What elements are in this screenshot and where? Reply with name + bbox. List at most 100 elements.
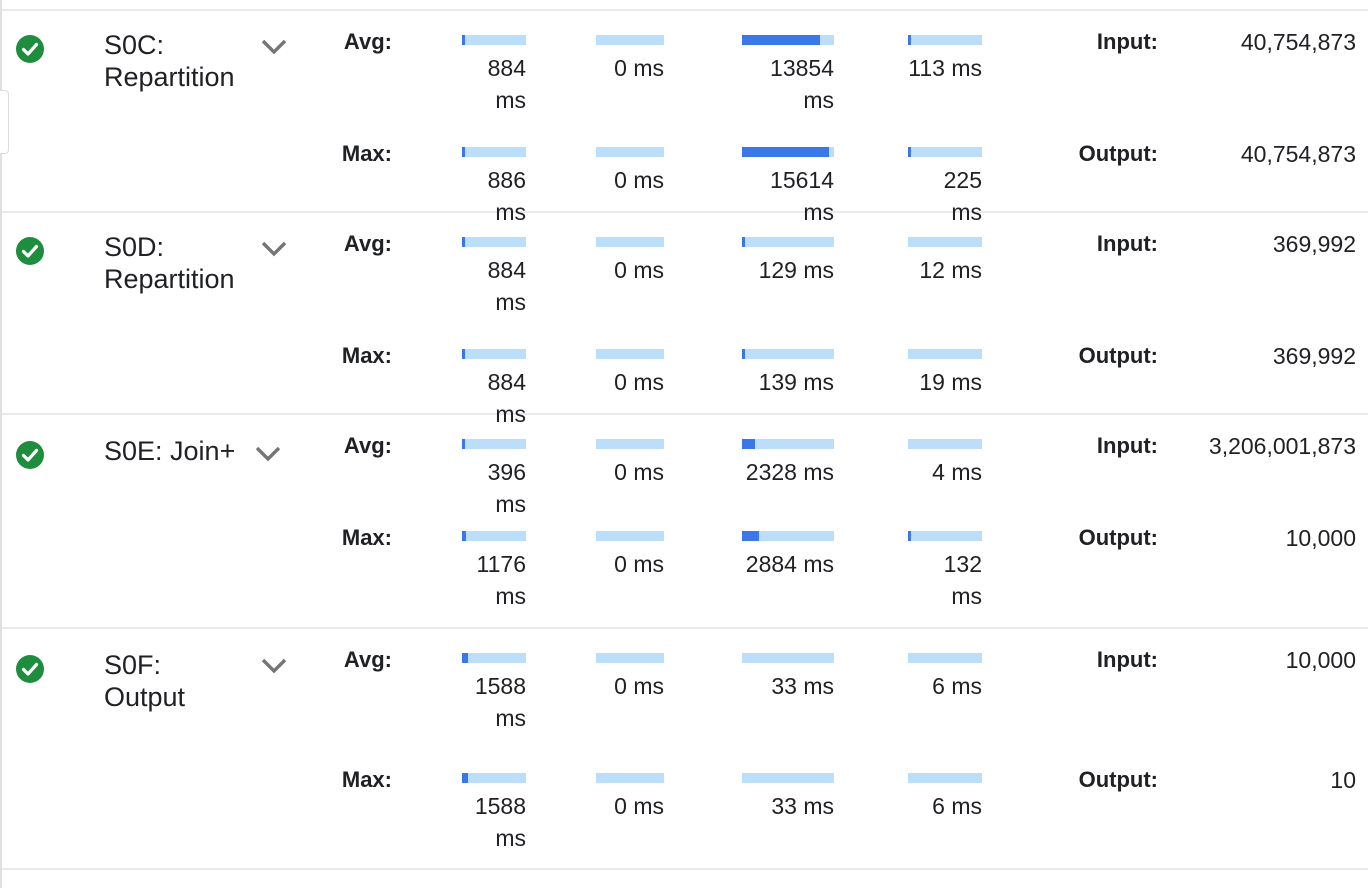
output-label: Output: xyxy=(1078,767,1158,792)
avg-time-value: 13854 ms xyxy=(770,55,834,113)
input-count: 40,754,873 xyxy=(1240,29,1356,55)
avg-time-value: 129 ms xyxy=(758,257,834,283)
max-time-value: 1176 ms xyxy=(476,551,526,609)
output-count: 10 xyxy=(1330,767,1356,793)
avg-bar-1 xyxy=(462,653,526,663)
avg-bar-2 xyxy=(596,653,664,663)
avg-bar-fill xyxy=(742,237,745,247)
avg-time-value: 12 ms xyxy=(919,257,982,283)
output-count: 10,000 xyxy=(1285,525,1356,551)
input-count: 10,000 xyxy=(1285,647,1356,673)
avg-time-value: 1588 ms xyxy=(474,673,526,731)
stage-row[interactable]: S0D: Repartition Avg: 884 ms 0 ms 129 ms 12 m… xyxy=(0,212,1368,427)
avg-bar-3 xyxy=(742,653,834,663)
avg-time-value: 6 ms xyxy=(932,673,982,699)
avg-time-value: 33 ms xyxy=(771,673,834,699)
max-bar-fill xyxy=(462,531,466,541)
input-count: 3,206,001,873 xyxy=(1208,433,1356,459)
avg-bar-2 xyxy=(596,35,664,45)
max-bar-3 xyxy=(742,349,834,359)
avg-time-value: 884 ms xyxy=(487,55,526,113)
max-label: Max: xyxy=(341,141,392,166)
input-label: Input: xyxy=(1096,29,1158,54)
max-bar-4 xyxy=(908,773,982,783)
avg-bar-1 xyxy=(462,237,526,247)
output-label: Output: xyxy=(1078,525,1158,550)
stage-name: S0D: Repartition xyxy=(104,232,235,294)
max-bar-fill xyxy=(908,147,911,157)
avg-label: Avg: xyxy=(343,29,392,54)
stage-row[interactable]: S0E: Join+ Avg: 396 ms 0 ms 2328 ms 4 ms Input… xyxy=(0,414,1368,626)
max-time-value: 0 ms xyxy=(614,167,664,193)
output-count: 40,754,873 xyxy=(1240,141,1356,167)
row-divider xyxy=(2,868,1368,870)
input-count: 369,992 xyxy=(1272,231,1356,257)
avg-bar-1 xyxy=(462,35,526,45)
stage-name: S0E: Join+ xyxy=(104,436,236,466)
max-bar-1 xyxy=(462,147,526,157)
max-bar-fill xyxy=(908,531,911,541)
max-bar-2 xyxy=(596,147,664,157)
avg-time-value: 113 ms xyxy=(908,55,982,81)
max-time-value: 1588 ms xyxy=(474,793,526,851)
max-time-value: 33 ms xyxy=(771,793,834,819)
max-bar-fill xyxy=(742,147,829,157)
max-time-value: 19 ms xyxy=(919,369,982,395)
avg-label: Avg: xyxy=(343,231,392,256)
avg-time-value: 4 ms xyxy=(932,459,982,485)
avg-bar-4 xyxy=(908,439,982,449)
avg-bar-1 xyxy=(462,439,526,449)
max-time-value: 139 ms xyxy=(758,369,834,395)
max-label: Max: xyxy=(341,343,392,368)
avg-bar-4 xyxy=(908,653,982,663)
avg-bar-fill xyxy=(462,237,465,247)
avg-bar-2 xyxy=(596,237,664,247)
avg-bar-4 xyxy=(908,237,982,247)
check-circle-icon xyxy=(16,35,44,63)
max-bar-3 xyxy=(742,531,834,541)
avg-bar-2 xyxy=(596,439,664,449)
max-label: Max: xyxy=(341,525,392,550)
avg-bar-fill xyxy=(462,35,465,45)
chevron-down-icon[interactable] xyxy=(260,37,288,57)
avg-bar-fill xyxy=(462,653,468,663)
input-label: Input: xyxy=(1096,231,1158,256)
avg-bar-fill xyxy=(742,35,820,45)
max-bar-fill xyxy=(462,349,465,359)
stage-name: S0C: Repartition xyxy=(104,30,235,92)
stage-row[interactable]: S0F: Output Avg: 1588 ms 0 ms 33 ms 6 ms Input… xyxy=(0,628,1368,867)
avg-time-value: 0 ms xyxy=(614,257,664,283)
chevron-down-icon[interactable] xyxy=(254,444,282,464)
chevron-down-icon[interactable] xyxy=(260,656,288,676)
avg-bar-3 xyxy=(742,35,834,45)
avg-time-value: 0 ms xyxy=(614,459,664,485)
max-bar-4 xyxy=(908,147,982,157)
max-bar-2 xyxy=(596,531,664,541)
max-bar-4 xyxy=(908,349,982,359)
max-bar-3 xyxy=(742,147,834,157)
max-time-value: 132 ms xyxy=(943,551,982,609)
stage-name: S0F: Output xyxy=(104,650,186,712)
output-label: Output: xyxy=(1078,343,1158,368)
check-circle-icon xyxy=(16,441,44,469)
input-label: Input: xyxy=(1096,647,1158,672)
avg-bar-fill xyxy=(908,35,911,45)
avg-time-value: 396 ms xyxy=(487,459,526,517)
output-count: 369,992 xyxy=(1272,343,1356,369)
max-bar-fill xyxy=(462,773,468,783)
avg-label: Avg: xyxy=(343,647,392,672)
max-bar-1 xyxy=(462,531,526,541)
avg-time-value: 2328 ms xyxy=(745,459,834,485)
avg-bar-3 xyxy=(742,237,834,247)
max-bar-2 xyxy=(596,773,664,783)
chevron-down-icon[interactable] xyxy=(260,239,288,259)
max-bar-1 xyxy=(462,349,526,359)
avg-bar-fill xyxy=(742,439,755,449)
max-bar-fill xyxy=(462,147,465,157)
max-time-value: 2884 ms xyxy=(745,551,834,577)
stage-row[interactable]: S0C: Repartition Avg: 884 ms 0 ms 13854 ms 11… xyxy=(0,10,1368,225)
input-label: Input: xyxy=(1096,433,1158,458)
max-label: Max: xyxy=(341,767,392,792)
avg-time-value: 0 ms xyxy=(614,673,664,699)
max-bar-2 xyxy=(596,349,664,359)
